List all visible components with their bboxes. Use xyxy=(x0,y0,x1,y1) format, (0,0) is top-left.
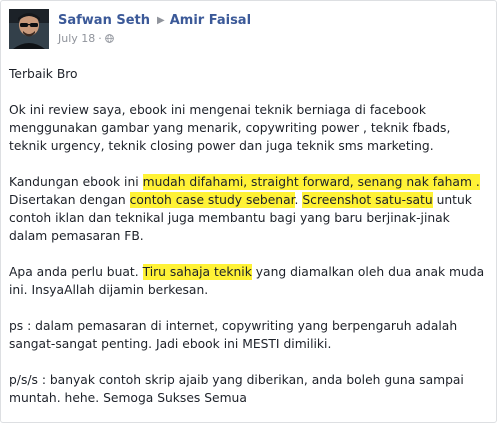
post-paragraph: Terbaik Bro xyxy=(9,65,491,83)
post-paragraph: Ok ini review saya, ebook ini mengenai t… xyxy=(9,101,491,155)
post-text: Disertakan dengan xyxy=(9,193,130,207)
highlighted-text: Tiru sahaja teknik xyxy=(142,264,252,280)
target-link[interactable]: Amir Faisal xyxy=(170,13,251,28)
author-link[interactable]: Safwan Seth xyxy=(58,13,150,28)
post-paragraph: Apa anda perlu buat. Tiru sahaja teknik … xyxy=(9,263,491,299)
post-text: ps : dalam pemasaran di internet, copywr… xyxy=(9,319,458,351)
post-date[interactable]: July 18 xyxy=(58,32,95,45)
post-text: p/s/s : banyak contoh skrip ajaib yang d… xyxy=(9,373,464,405)
post-meta: July 18 · xyxy=(58,32,114,45)
post-text: Apa anda perlu buat. xyxy=(9,265,143,279)
post-paragraph: p/s/s : banyak contoh skrip ajaib yang d… xyxy=(9,371,491,407)
highlighted-text: contoh case study sebenar xyxy=(129,192,295,208)
post-paragraph: ps : dalam pemasaran di internet, copywr… xyxy=(9,317,491,353)
post-names: Safwan Seth ▶ Amir Faisal xyxy=(58,13,251,28)
post-paragraph: Kandungan ebook ini mudah difahami, stra… xyxy=(9,173,491,245)
post-text: Terbaik Bro xyxy=(9,67,78,81)
right-triangle-icon: ▶ xyxy=(157,15,165,26)
meta-separator: · xyxy=(98,32,102,45)
post-body: Terbaik Bro Ok ini review saya, ebook ini… xyxy=(9,65,491,425)
timeline-post: Safwan Seth ▶ Amir Faisal July 18 · Terbaik… xyxy=(0,0,497,423)
highlighted-text: Screenshot satu-satu xyxy=(302,192,433,208)
post-text: Kandungan ebook ini xyxy=(9,175,143,189)
post-text: Ok ini review saya, ebook ini mengenai t… xyxy=(9,103,451,153)
avatar[interactable] xyxy=(9,9,49,49)
highlighted-text: mudah difahami, straight forward, senang… xyxy=(142,174,480,190)
globe-icon[interactable] xyxy=(104,33,114,43)
